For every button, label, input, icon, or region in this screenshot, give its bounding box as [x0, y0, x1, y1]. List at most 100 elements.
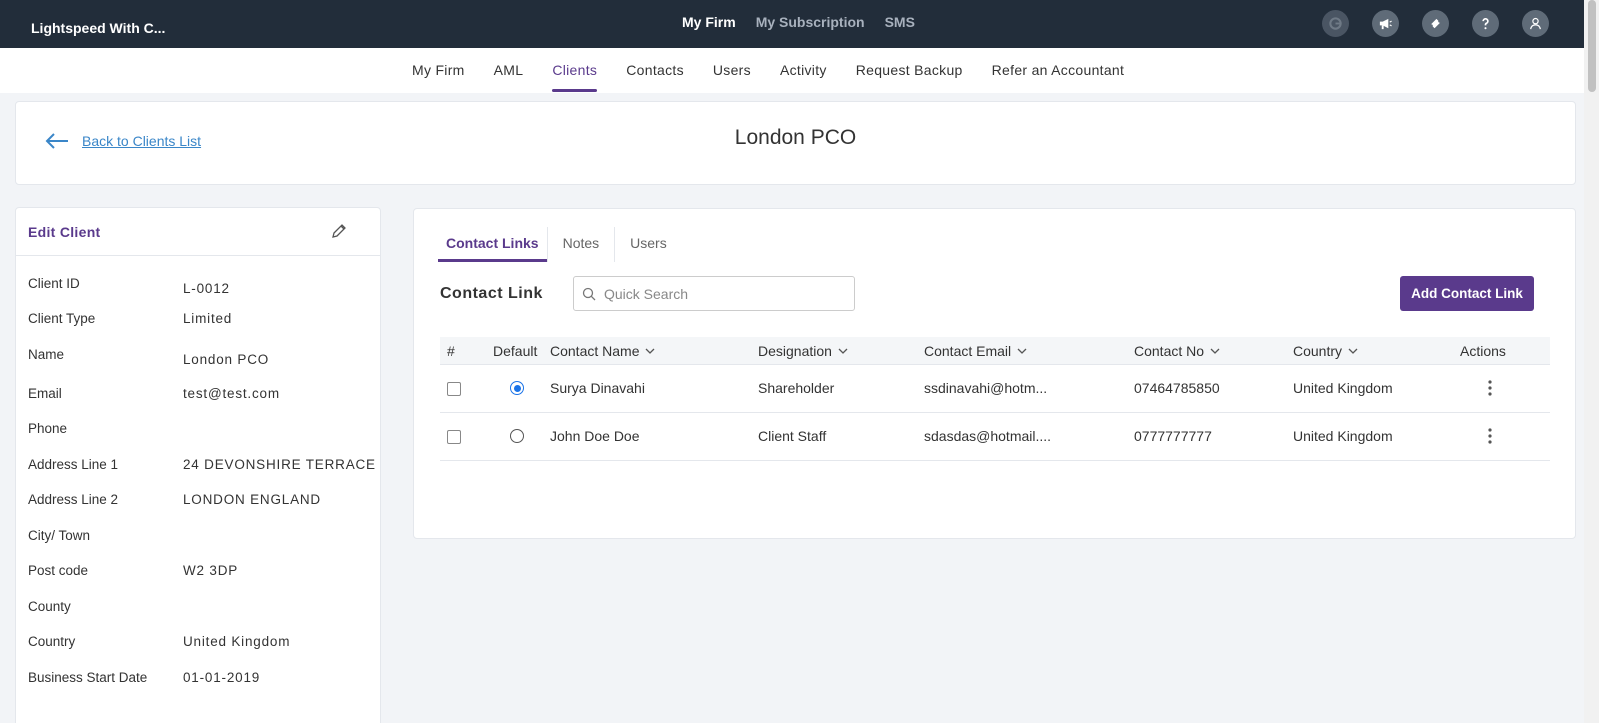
- pencil-icon[interactable]: [330, 222, 348, 240]
- table-row: Surya Dinavahi Shareholder ssdinavahi@ho…: [440, 365, 1550, 413]
- megaphone-icon[interactable]: [1372, 10, 1399, 37]
- arrow-left-icon: [45, 133, 68, 149]
- contact-link-title: Contact Link: [440, 285, 543, 302]
- page-scrollbar[interactable]: [1584, 0, 1599, 723]
- col-label: #: [447, 343, 455, 359]
- top-nav-my-subscription[interactable]: My Subscription: [756, 14, 865, 30]
- user-icon[interactable]: [1522, 10, 1549, 37]
- col-default: Default: [493, 343, 537, 359]
- more-vertical-icon[interactable]: [1487, 379, 1493, 397]
- col-label: Actions: [1460, 343, 1506, 359]
- more-vertical-icon[interactable]: [1487, 427, 1493, 445]
- field-label: Email: [28, 386, 62, 401]
- field-label: Phone: [28, 421, 68, 436]
- field-label: Post code: [28, 563, 89, 578]
- quick-search[interactable]: [573, 276, 855, 311]
- top-nav-sms[interactable]: SMS: [885, 14, 915, 30]
- col-label: Contact No: [1134, 343, 1205, 359]
- cell-country: United Kingdom: [1293, 428, 1393, 444]
- field-label: Address Line 1: [28, 457, 119, 472]
- col-label: Contact Name: [550, 343, 640, 359]
- page-title: London PCO: [734, 126, 857, 149]
- chevron-down-icon: [1017, 348, 1027, 354]
- default-radio[interactable]: [510, 381, 524, 395]
- field-value: 24 DEVONSHIRE TERRACE: [183, 457, 376, 472]
- google-icon[interactable]: [1322, 10, 1349, 37]
- help-icon[interactable]: [1472, 10, 1499, 37]
- field-label: County: [28, 599, 71, 614]
- row-checkbox[interactable]: [447, 382, 461, 396]
- col-label: Country: [1293, 343, 1343, 359]
- ticket-icon[interactable]: [1422, 10, 1449, 37]
- back-link-label[interactable]: Back to Clients List: [82, 133, 201, 149]
- col-index: #: [447, 343, 455, 359]
- cell-contact-email: ssdinavahi@hotm...: [924, 380, 1048, 396]
- cell-contact-name: John Doe Doe: [550, 428, 640, 444]
- top-icons: [1322, 10, 1549, 37]
- subnav-request-backup[interactable]: Request Backup: [856, 62, 963, 92]
- field-label: Client ID: [28, 276, 80, 291]
- contact-links-card: Contact Links Notes Users Contact Link A…: [413, 208, 1576, 539]
- field-label: Business Start Date: [28, 670, 148, 685]
- cell-country: United Kingdom: [1293, 380, 1393, 396]
- subnav-my-firm[interactable]: My Firm: [412, 62, 465, 92]
- search-input[interactable]: [604, 285, 844, 302]
- subnav-users[interactable]: Users: [713, 62, 751, 92]
- col-contact-name[interactable]: Contact Name: [550, 343, 655, 359]
- brand-name[interactable]: Lightspeed With C...: [31, 20, 165, 36]
- top-nav: My Firm My Subscription SMS: [682, 14, 915, 30]
- subnav-contacts[interactable]: Contacts: [626, 62, 684, 92]
- client-header-card: London PCO Back to Clients List: [15, 101, 1576, 185]
- table-header: # Default Contact Name Designation Conta…: [440, 337, 1550, 365]
- cell-contact-no: 07464785850: [1134, 380, 1220, 396]
- contact-tabs: Contact Links Notes Users: [438, 227, 682, 262]
- top-bar: Lightspeed With C... My Firm My Subscrip…: [0, 0, 1584, 48]
- tab-contact-links[interactable]: Contact Links: [438, 227, 547, 262]
- col-contact-no[interactable]: Contact No: [1134, 343, 1220, 359]
- col-actions: Actions: [1460, 343, 1506, 359]
- col-contact-email[interactable]: Contact Email: [924, 343, 1027, 359]
- field-label: Name: [28, 347, 65, 362]
- subnav-aml[interactable]: AML: [494, 62, 524, 92]
- field-value: L-0012: [183, 281, 230, 296]
- tab-notes[interactable]: Notes: [546, 227, 615, 262]
- subnav-activity[interactable]: Activity: [780, 62, 827, 92]
- col-designation[interactable]: Designation: [758, 343, 848, 359]
- cell-contact-email: sdasdas@hotmail....: [924, 428, 1052, 444]
- field-value: London PCO: [183, 352, 270, 367]
- field-value: United Kingdom: [183, 634, 291, 649]
- chevron-down-icon: [1348, 348, 1358, 354]
- chevron-down-icon: [1210, 348, 1220, 354]
- col-country[interactable]: Country: [1293, 343, 1358, 359]
- edit-client-header: Edit Client: [16, 208, 380, 256]
- col-label: Designation: [758, 343, 832, 359]
- table-row: John Doe Doe Client Staff sdasdas@hotmai…: [440, 413, 1550, 461]
- scrollbar-thumb[interactable]: [1588, 0, 1596, 92]
- field-label: Country: [28, 634, 76, 649]
- cell-contact-no: 0777777777: [1134, 428, 1212, 444]
- search-icon: [582, 287, 596, 300]
- field-value: 01-01-2019: [183, 670, 261, 685]
- back-to-clients-link[interactable]: Back to Clients List: [44, 132, 201, 150]
- cell-designation: Shareholder: [758, 380, 835, 396]
- edit-client-card: Edit Client Client ID L-0012 Client Type…: [15, 207, 381, 723]
- subnav-refer-accountant[interactable]: Refer an Accountant: [992, 62, 1125, 92]
- default-radio[interactable]: [510, 429, 524, 443]
- subnav-clients[interactable]: Clients: [552, 62, 598, 92]
- field-value: test@test.com: [183, 386, 280, 401]
- top-nav-my-firm[interactable]: My Firm: [682, 14, 736, 30]
- sub-nav: My Firm AML Clients Contacts Users Activ…: [0, 48, 1584, 93]
- contact-links-table: # Default Contact Name Designation Conta…: [440, 337, 1550, 461]
- tab-users[interactable]: Users: [614, 227, 682, 262]
- field-value: W2 3DP: [183, 563, 239, 578]
- chevron-down-icon: [838, 348, 848, 354]
- cell-contact-name: Surya Dinavahi: [550, 380, 645, 396]
- cell-designation: Client Staff: [758, 428, 827, 444]
- row-checkbox[interactable]: [447, 430, 461, 444]
- field-label: Address Line 2: [28, 492, 119, 507]
- col-label: Contact Email: [924, 343, 1012, 359]
- field-label: City/ Town: [28, 528, 91, 543]
- add-contact-link-button[interactable]: Add Contact Link: [1400, 276, 1534, 311]
- field-value: LONDON ENGLAND: [183, 492, 321, 507]
- field-label: Client Type: [28, 311, 96, 326]
